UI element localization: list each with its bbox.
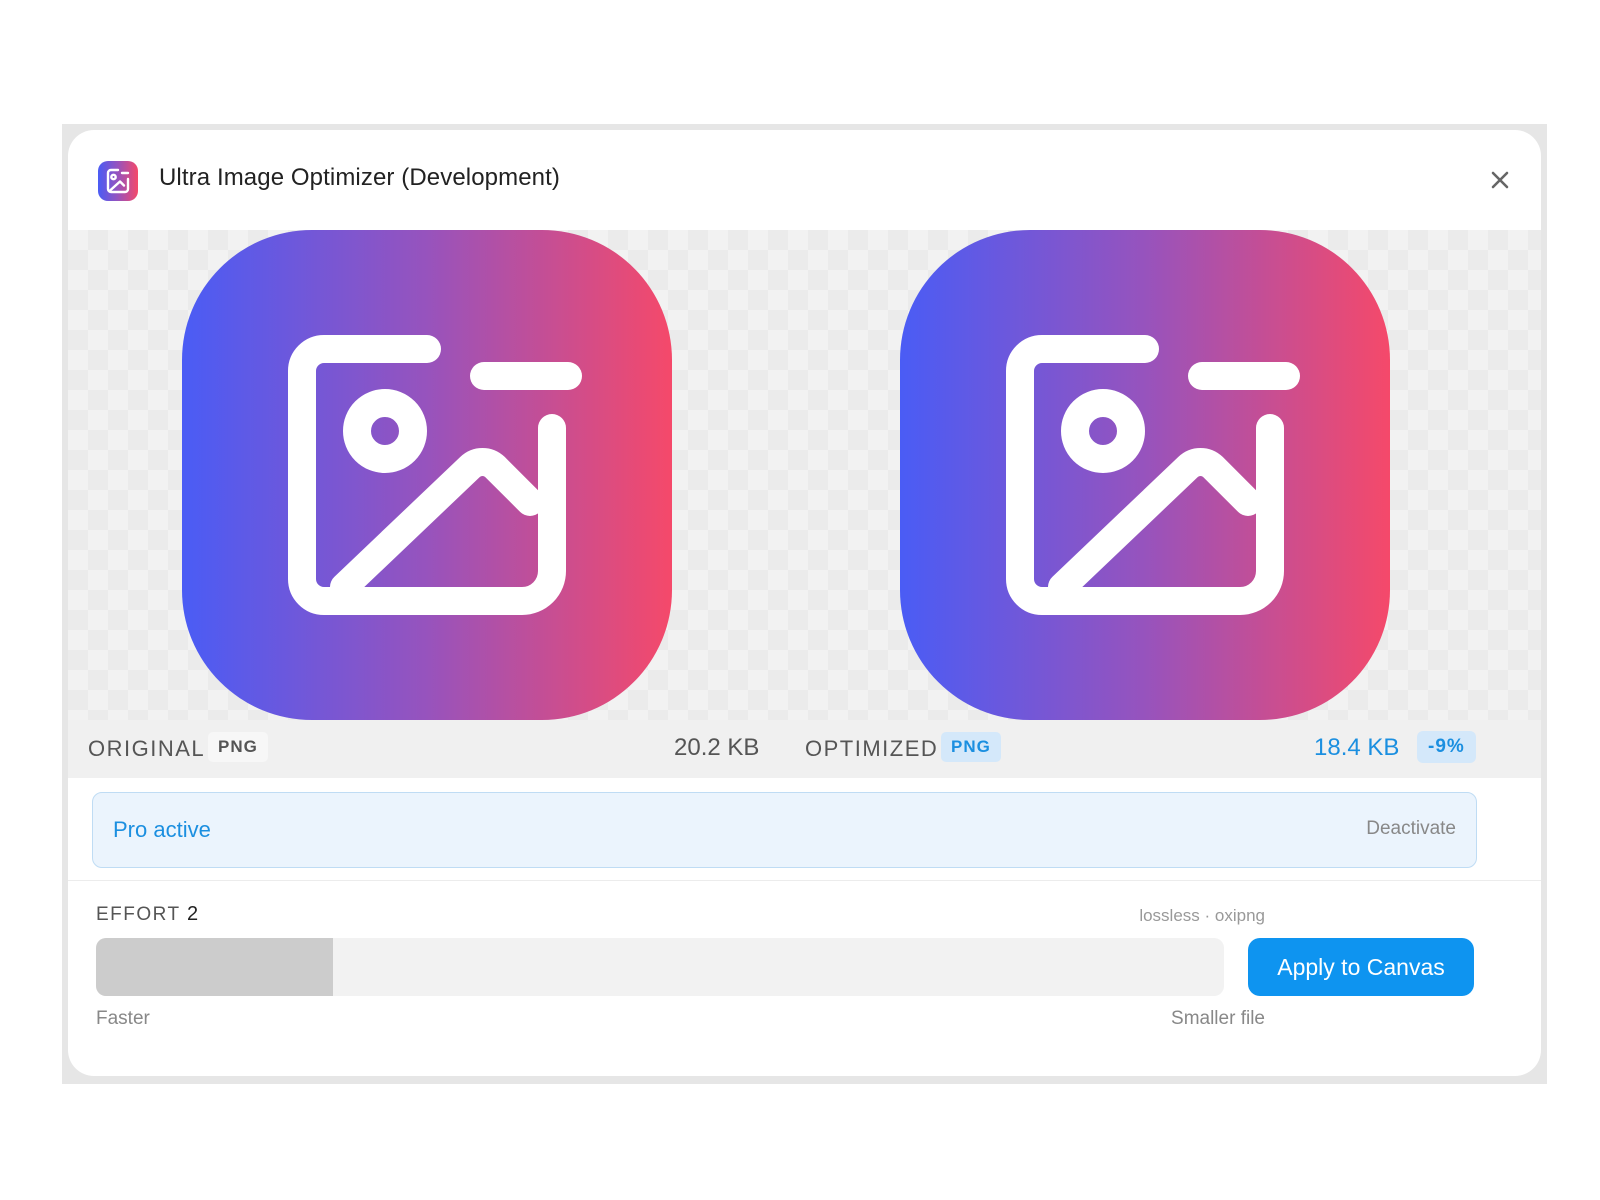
section-divider [68, 880, 1541, 881]
window-frame: Ultra Image Optimizer (Development) ORIG… [62, 124, 1547, 1084]
app-title: Ultra Image Optimizer (Development) [159, 164, 560, 191]
original-image-preview [182, 230, 672, 720]
dialog-header: Ultra Image Optimizer (Development) [68, 130, 1541, 230]
optimizer-dialog: Ultra Image Optimizer (Development) ORIG… [68, 130, 1541, 1076]
effort-slider[interactable] [96, 938, 1224, 996]
optimized-image-icon [900, 230, 1390, 720]
original-size: 20.2 KB [674, 734, 760, 761]
size-comparison-bar: ORIGINAL PNG 20.2 KB OPTIMIZED PNG 18.4 … [68, 720, 1541, 778]
compression-method: lossless · oxipng [1139, 906, 1265, 925]
apply-to-canvas-button[interactable]: Apply to Canvas [1248, 938, 1474, 996]
original-format-badge: PNG [208, 732, 268, 762]
original-label: ORIGINAL [88, 736, 206, 761]
pro-status-text: Pro active [113, 817, 211, 842]
optimized-format-badge: PNG [941, 732, 1001, 762]
size-change-badge: -9% [1417, 731, 1476, 763]
optimized-size: 18.4 KB [1314, 734, 1400, 761]
pro-status-panel: Pro active Deactivate [92, 792, 1477, 868]
close-icon[interactable] [1487, 167, 1513, 193]
optimized-label: OPTIMIZED [805, 736, 939, 761]
effort-slider-fill[interactable] [96, 938, 333, 996]
slider-max-label: Smaller file [1171, 1008, 1265, 1029]
optimized-image-preview [900, 230, 1390, 720]
original-image-icon [182, 230, 672, 720]
effort-label: EFFORT [96, 904, 181, 925]
effort-value: 2 [187, 903, 199, 925]
slider-min-label: Faster [96, 1008, 150, 1029]
deactivate-link[interactable]: Deactivate [1366, 818, 1456, 840]
image-preview-area [68, 230, 1541, 720]
image-edit-icon [98, 161, 138, 201]
